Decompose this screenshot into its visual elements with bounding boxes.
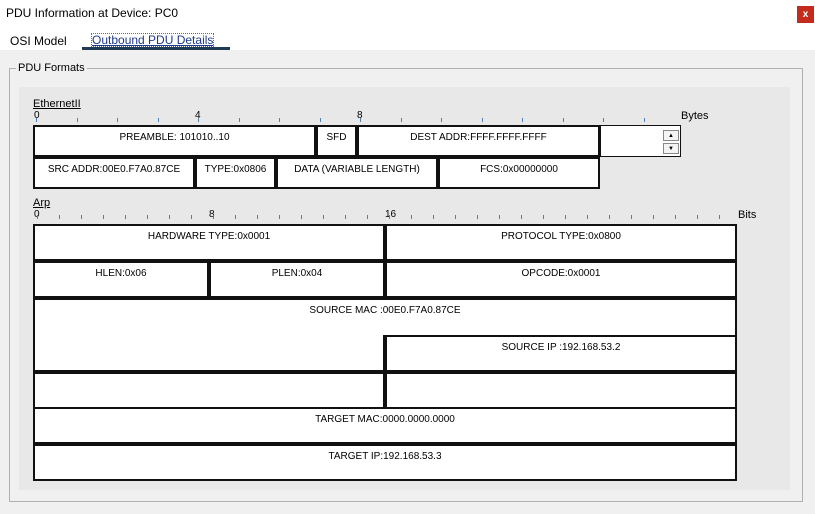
arp-ruler-tick [411,215,412,219]
arp-ruler-tick [653,215,654,219]
ethernet-ruler-tick [603,118,604,122]
spin-up-icon[interactable]: ▲ [663,130,679,141]
arp-ruler-tick [631,215,632,219]
close-button[interactable]: x [797,6,814,23]
source-ip-continued [385,372,737,409]
ethernet-ruler-tick [117,118,118,122]
ethernet-ruler-tick [644,118,645,122]
source-ip-field: SOURCE IP :192.168.53.2 [385,335,737,372]
arp-ruler-tick [565,215,566,219]
arp-ruler-tick [37,215,38,219]
arp-ruler-tick [521,215,522,219]
target-ip-field: TARGET IP:192.168.53.3 [33,444,737,481]
ethernet-ruler-tick [563,118,564,122]
preamble-field: PREAMBLE: 101010..10 [33,125,316,157]
title-bar: PDU Information at Device: PC0 x [0,0,815,28]
target-mac-start [33,372,385,409]
dest-addr-spinner[interactable]: ▲ ▼ [600,125,681,157]
ethernet-ruler-tick [239,118,240,122]
tab-outbound-pdu-details[interactable]: Outbound PDU Details [82,30,230,50]
arp-ruler-tick [543,215,544,219]
ethernet-ruler-tick [36,118,37,122]
arp-unit: Bits [738,209,757,221]
arp-ruler-tick [499,215,500,219]
arp-ruler-tick [213,215,214,219]
ethernet-ruler-tick [522,118,523,122]
ethernet-ruler-tick [482,118,483,122]
ethernet-unit: Bytes [681,110,709,122]
arp-ruler-tick [103,215,104,219]
arp-ruler-tick [345,215,346,219]
hardware-type-field: HARDWARE TYPE:0x0001 [33,224,385,261]
hlen-field: HLEN:0x06 [33,261,209,298]
arp-ruler-tick [235,215,236,219]
opcode-field: OPCODE:0x0001 [385,261,737,298]
sfd-field: SFD [316,125,357,157]
arp-label: Arp [33,197,51,209]
ethernet-label: EthernetII [33,98,81,110]
arp-ruler-tick [323,215,324,219]
arp-ruler-tick [81,215,82,219]
arp-ruler-tick [455,215,456,219]
arp-ruler-tick [125,215,126,219]
spin-down-icon[interactable]: ▼ [663,143,679,154]
arp-ruler-tick [301,215,302,219]
fcs-field: FCS:0x00000000 [438,157,600,189]
arp-ruler-tick [433,215,434,219]
ethernet-ruler-tick [441,118,442,122]
arp-ruler-tick [719,215,720,219]
ethernet-ruler-tick [320,118,321,122]
arp-ruler-tick [587,215,588,219]
tab-strip: OSI Model Outbound PDU Details [0,28,815,50]
arp-ruler-tick [367,215,368,219]
arp-ruler-tick [697,215,698,219]
src-addr-field: SRC ADDR:00E0.F7A0.87CE [33,157,195,189]
target-mac-field: TARGET MAC:0000.0000.0000 [33,407,737,444]
arp-ruler-16: 16 [385,209,397,220]
ethernet-ruler-tick [198,118,199,122]
ethernet-ruler-tick [77,118,78,122]
data-field: DATA (VARIABLE LENGTH) [276,157,438,189]
arp-ruler-tick [279,215,280,219]
arp-ruler-tick [609,215,610,219]
arp-ruler-tick [675,215,676,219]
source-mac-continued [33,335,385,372]
source-mac-field: SOURCE MAC :00E0.F7A0.87CE [33,298,737,335]
dest-addr-field: DEST ADDR:FFFF.FFFF.FFFF [357,125,600,157]
type-field: TYPE:0x0806 [195,157,276,189]
plen-field: PLEN:0x04 [209,261,385,298]
arp-ruler-tick [389,215,390,219]
arp-ruler-tick [257,215,258,219]
pdu-formats-label: PDU Formats [16,62,87,74]
window-title: PDU Information at Device: PC0 [6,6,179,20]
arp-ruler-tick [191,215,192,219]
tab-outbound-pdu-details-label: Outbound PDU Details [90,33,215,47]
arp-ruler-tick [147,215,148,219]
protocol-type-field: PROTOCOL TYPE:0x0800 [385,224,737,261]
ethernet-ruler-tick [360,118,361,122]
ethernet-ruler-tick [401,118,402,122]
ethernet-ruler-tick [279,118,280,122]
arp-ruler-tick [59,215,60,219]
arp-ruler-tick [169,215,170,219]
arp-ruler-tick [477,215,478,219]
ethernet-ruler-tick [158,118,159,122]
